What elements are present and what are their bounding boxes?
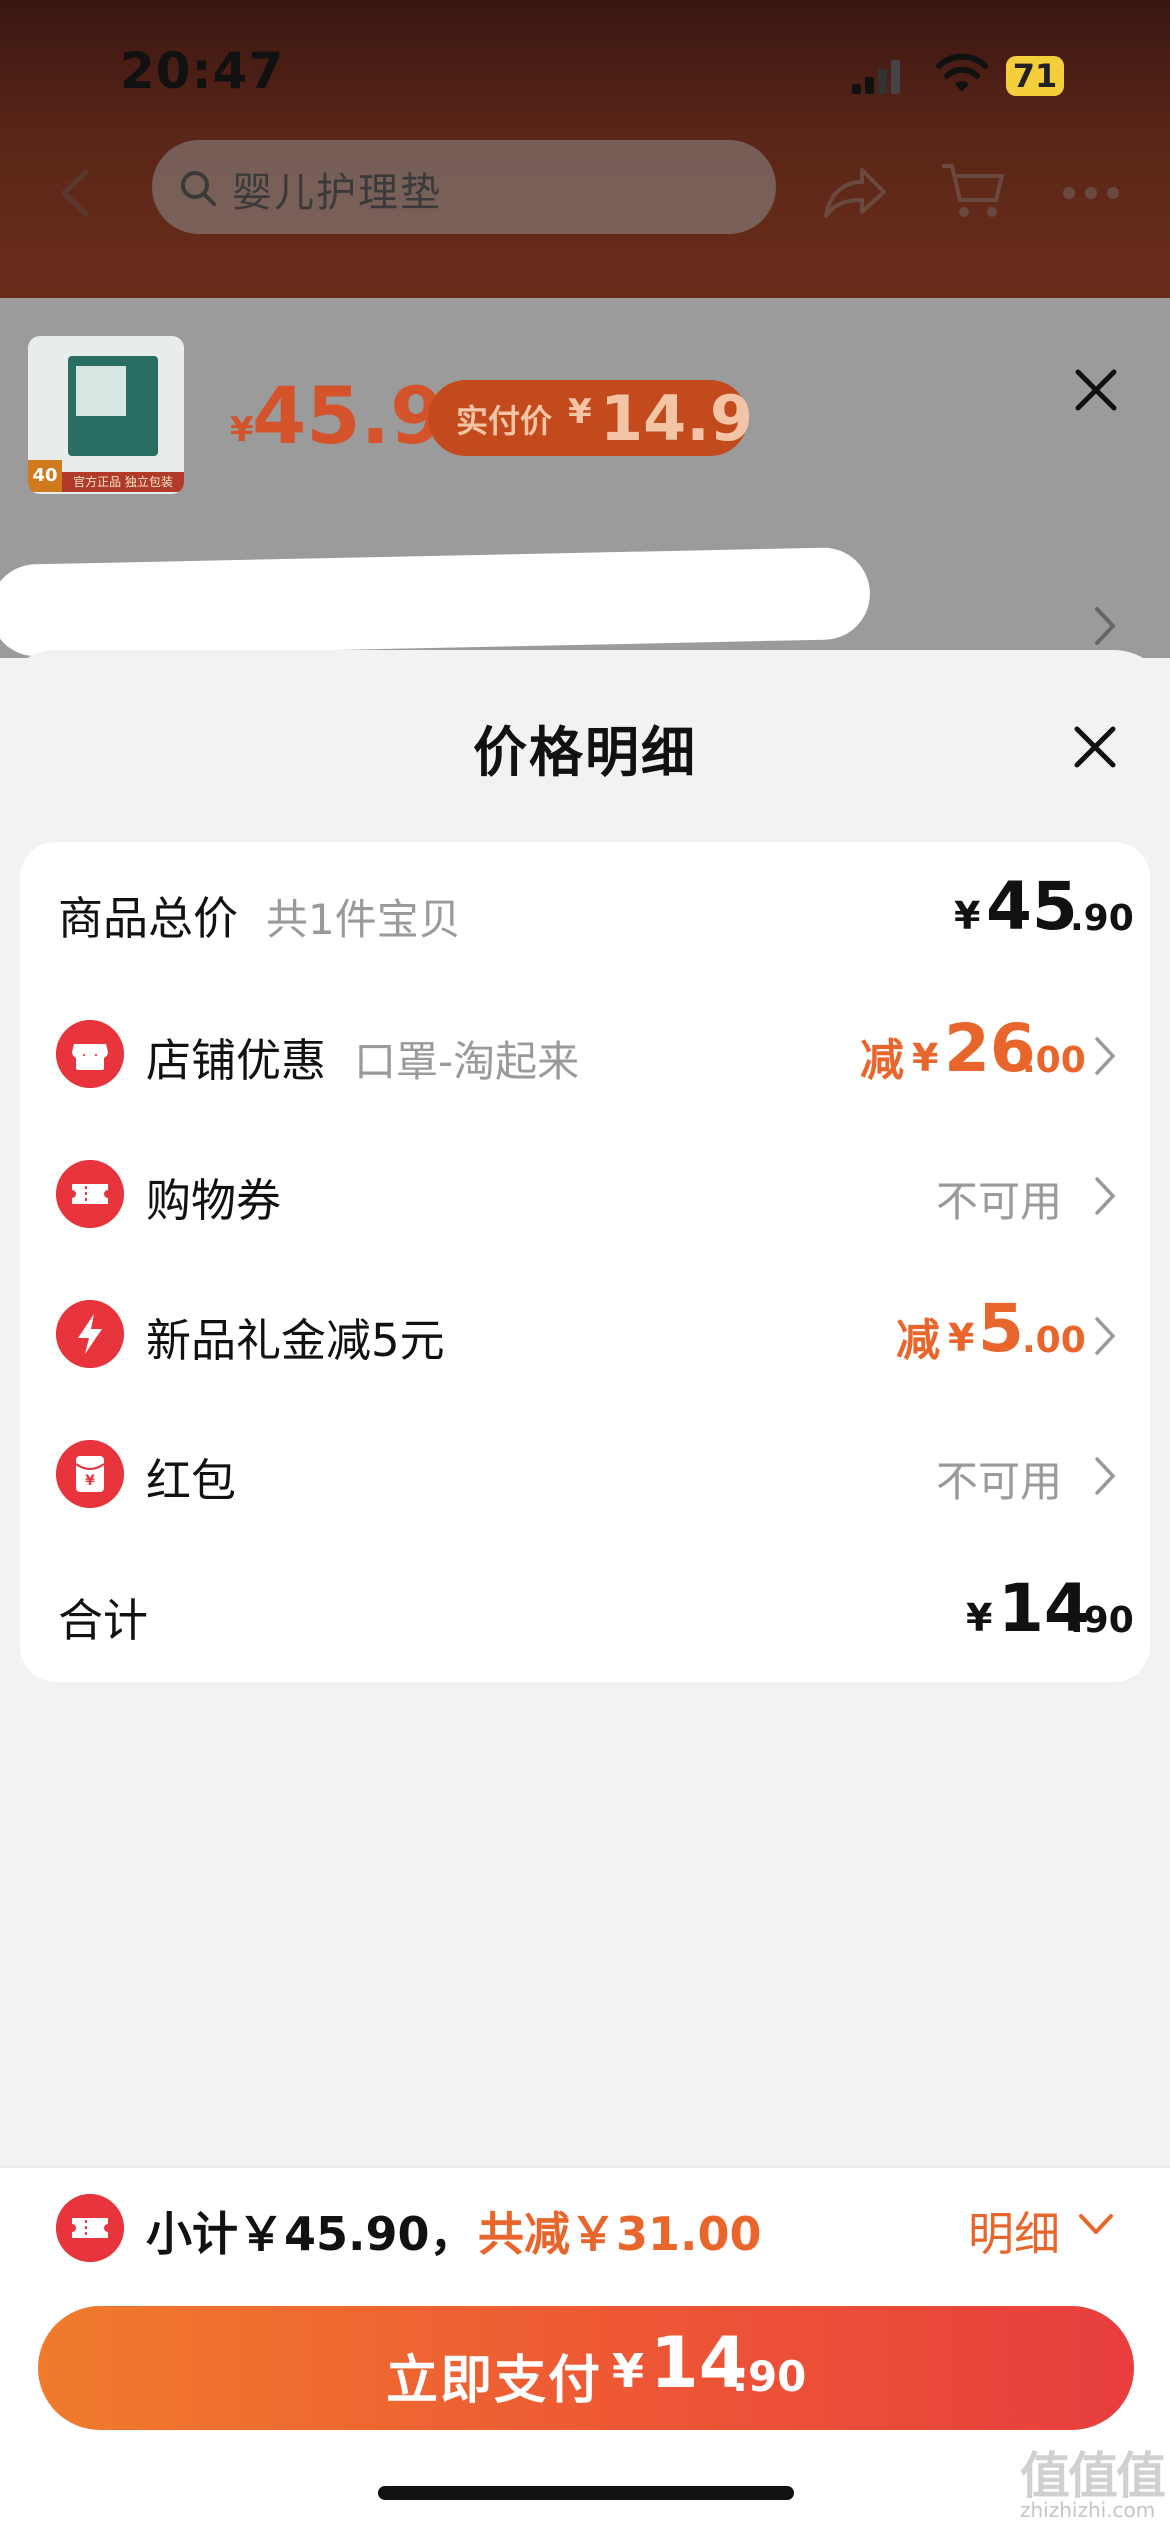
close-icon[interactable]: [1070, 364, 1122, 416]
actual-price-label: 实付价: [456, 402, 553, 440]
total-price-integer: 45: [986, 868, 1078, 945]
gift-discount-integer: 5: [978, 1290, 1024, 1367]
total-price-decimal: .90: [1070, 898, 1134, 939]
watermark: 值值值 zhizhizhi.com: [1020, 2436, 1170, 2532]
total-price-currency: ¥: [954, 894, 981, 938]
chevron-right-icon[interactable]: [1094, 1176, 1116, 1216]
red-packet-status: 不可用: [936, 1457, 1063, 1506]
sheet-title: 价格明细: [473, 721, 697, 784]
red-packet-label[interactable]: 红包: [146, 1444, 236, 1509]
total-discount-text: 共减￥31.00: [478, 2207, 762, 2261]
shop-icon: [56, 1020, 124, 1088]
watermark-url: zhizhizhi.com: [1020, 2498, 1156, 2522]
back-arrow-icon[interactable]: [58, 168, 92, 218]
chevron-right-icon[interactable]: [1094, 1456, 1116, 1496]
battery-indicator: 71: [1006, 56, 1064, 96]
pay-now-label[interactable]: 立即支付: [386, 2338, 602, 2413]
shop-name-text: 口罩-淘起来: [354, 1037, 580, 1086]
pay-amount-currency[interactable]: ¥: [612, 2344, 644, 2398]
thumb-label-strip: 官方正品 独立包装: [62, 472, 184, 492]
home-indicator[interactable]: [378, 2486, 794, 2500]
header-price-currency: ¥: [230, 410, 254, 450]
red-packet-glyph: ¥: [85, 1473, 95, 1489]
detail-toggle-label[interactable]: 明细: [968, 2198, 1060, 2264]
coupon-ticket-icon: [56, 2194, 124, 2262]
share-icon[interactable]: [822, 164, 888, 220]
cellular-signal-icon: [852, 60, 900, 94]
total-price-label: 商品总价: [58, 892, 239, 945]
shop-discount-label[interactable]: 店铺优惠: [146, 1024, 326, 1089]
chevron-down-icon[interactable]: [1078, 2212, 1114, 2236]
gift-discount-currency: ¥: [948, 1316, 975, 1360]
coupon-status: 不可用: [936, 1177, 1063, 1226]
shop-discount-minus: 减: [860, 1035, 904, 1086]
red-packet-icon: ¥: [56, 1440, 124, 1508]
lightning-icon: [56, 1300, 124, 1368]
more-options-icon[interactable]: [1062, 186, 1120, 200]
cart-icon[interactable]: [940, 160, 1008, 222]
sum-currency: ¥: [966, 1596, 993, 1640]
close-icon[interactable]: [1072, 724, 1118, 770]
search-input-text[interactable]: 婴儿护理垫: [232, 160, 442, 218]
actual-price-currency: ¥: [568, 392, 592, 432]
shop-discount-decimal: .00: [1022, 1040, 1086, 1081]
actual-price-value: 14.9: [600, 382, 753, 455]
sum-label: 合计: [58, 1594, 149, 1647]
thumb-count-badge: 40: [28, 460, 62, 492]
product-thumbnail: 40 官方正品 独立包装: [28, 336, 184, 494]
chevron-right-icon[interactable]: [1094, 1036, 1116, 1076]
item-count-text: 共1件宝贝: [266, 895, 461, 944]
chevron-right-icon[interactable]: [1094, 1316, 1116, 1356]
coupon-ticket-icon: [56, 1160, 124, 1228]
gift-discount-minus: 减: [896, 1315, 940, 1366]
header-price: 45.9: [252, 372, 445, 462]
coupon-label[interactable]: 购物券: [146, 1164, 281, 1229]
gift-discount-label[interactable]: 新品礼金减5元: [146, 1304, 445, 1369]
gift-discount-decimal: .00: [1022, 1320, 1086, 1361]
wifi-icon: [936, 53, 988, 92]
status-time: 20:47: [120, 42, 285, 100]
shop-discount-currency: ¥: [912, 1036, 939, 1080]
product-box-window: [76, 366, 126, 416]
redaction-scribble: [0, 546, 871, 658]
chevron-right-icon: [1095, 607, 1116, 645]
search-icon: [181, 171, 216, 206]
price-breakdown-card: [20, 842, 1150, 1682]
sum-decimal: .90: [1070, 1600, 1134, 1641]
subtotal-text: 小计￥45.90，: [146, 2207, 476, 2261]
pay-amount-decimal[interactable]: .90: [732, 2352, 806, 2401]
